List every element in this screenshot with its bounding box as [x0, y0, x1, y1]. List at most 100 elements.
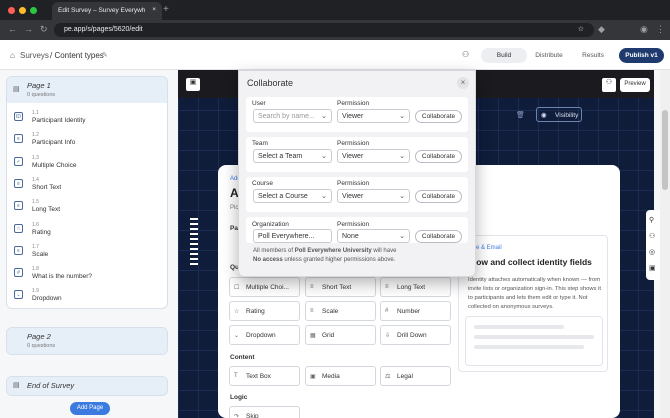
question-number: 1.2	[32, 132, 39, 139]
maximize-window-icon[interactable]	[30, 7, 37, 14]
chevron-down-icon: ⌄	[399, 113, 405, 120]
image-icon[interactable]: ▣	[649, 264, 656, 272]
add-page-button[interactable]: Add Page	[70, 402, 110, 415]
option-label: Dropdown	[246, 332, 276, 339]
team-select[interactable]: Select a Team ⌄	[253, 149, 332, 163]
question-number: 1.6	[32, 221, 39, 228]
question-type-button[interactable]: # Number	[380, 301, 451, 321]
end-of-survey-card[interactable]: End of Survey ▤	[6, 376, 168, 396]
compass-icon[interactable]: ◎	[649, 248, 655, 256]
question-type-button[interactable]: ☐ Multiple Choi...	[229, 277, 300, 297]
close-tab-icon[interactable]: ×	[152, 6, 156, 13]
option-label: Drill Down	[397, 332, 427, 339]
team-permission-select[interactable]: Viewer ⌄	[337, 149, 410, 163]
bookmark-star-icon[interactable]: ☆	[578, 25, 584, 33]
organization-permission-label: Permission	[337, 221, 370, 228]
organization-collaborate-button[interactable]: Collaborate	[415, 230, 462, 243]
question-label: Multiple Choice	[32, 161, 77, 169]
course-select[interactable]: Select a Course ⌄	[253, 189, 332, 203]
user-collaborate-button[interactable]: Collaborate	[415, 110, 462, 123]
page-2-card[interactable]: Page 2 0 questions	[6, 327, 168, 355]
content-heading: Content	[230, 354, 255, 361]
sidebar-question-item[interactable]: ≡ 1.4 Short Text	[12, 175, 162, 197]
page-scrollbar[interactable]	[660, 70, 670, 418]
question-type-button[interactable]: ☆ Rating	[229, 301, 300, 321]
sidebar-question-item[interactable]: ≡ 1.5 Long Text	[12, 197, 162, 219]
collaborate-icon[interactable]: ⚇	[462, 50, 469, 59]
content-type-button[interactable]: ▣ Media	[305, 366, 376, 386]
end-header[interactable]: End of Survey	[7, 377, 167, 395]
question-type-button[interactable]: ⇩ Drill Down	[380, 325, 451, 345]
page-2-header[interactable]: Page 2 0 questions	[7, 328, 167, 354]
minimize-window-icon[interactable]	[19, 7, 26, 14]
course-value: Select a Course	[258, 193, 308, 200]
option-icon: ▣	[310, 374, 316, 380]
question-type-button[interactable]: ▦ Grid	[305, 325, 376, 345]
content-type-button[interactable]: ⚖ Legal	[380, 366, 451, 386]
edit-pencil-icon[interactable]: ✎	[102, 51, 108, 59]
chevron-down-icon: ⌄	[321, 153, 327, 160]
trash-icon[interactable]: 🗑	[516, 111, 525, 119]
identity-description: Identity attaches automatically when kno…	[468, 277, 601, 310]
question-type-button[interactable]: ⌄ Dropdown	[229, 325, 300, 345]
note-no-access: No access	[253, 257, 283, 263]
identity-heading: now and collect identity fields	[471, 257, 592, 267]
extensions-icon[interactable]: ◆	[598, 24, 605, 35]
organization-value: Poll Everywhere...	[258, 233, 315, 240]
tab-distribute[interactable]: Distribute	[528, 48, 570, 63]
sidebar-question-item[interactable]: ≡ 1.2 Participant Info	[12, 130, 162, 152]
sidebar-question-item[interactable]: ☆ 1.6 Rating	[12, 220, 162, 242]
home-icon[interactable]: ⌂	[10, 51, 15, 60]
sidebar-question-item[interactable]: ✓ 1.3 Multiple Choice	[12, 153, 162, 175]
close-icon[interactable]: ×	[457, 77, 469, 89]
menu-icon[interactable]: ⋮	[656, 24, 665, 35]
profile-icon[interactable]: ◉	[640, 24, 648, 35]
option-label: Scale	[322, 308, 339, 315]
new-tab-icon[interactable]: +	[163, 4, 169, 15]
course-permission-select[interactable]: Viewer ⌄	[337, 189, 410, 203]
breadcrumb-current[interactable]: / Content types	[50, 51, 104, 60]
address-bar[interactable]: pe.app/s/pages/5620/edit ☆	[54, 23, 594, 37]
course-collaborate-button[interactable]: Collaborate	[415, 190, 462, 203]
identity-preview	[465, 316, 603, 366]
browser-tab[interactable]: Edit Survey – Survey Everywh ×	[52, 2, 162, 20]
tab-results[interactable]: Results	[572, 48, 614, 63]
organization-select[interactable]: Poll Everywhere...	[253, 229, 332, 243]
question-type-button[interactable]: ≡ Scale	[305, 301, 376, 321]
page-icon: ▤	[13, 86, 20, 93]
organization-permission-select[interactable]: None ⌄	[337, 229, 410, 243]
sidebar-question-item[interactable]: ≡ 1.7 Scale	[12, 242, 162, 264]
sitemap-icon[interactable]: ⚇	[602, 78, 616, 92]
user-search-input[interactable]: Search by name... ⌄	[253, 109, 332, 123]
team-collaborate-button[interactable]: Collaborate	[415, 150, 462, 163]
visibility-button[interactable]: ◉ Visibility	[536, 107, 582, 122]
logic-type-button[interactable]: ↷ Skip	[229, 406, 300, 418]
page-1-header[interactable]: Page 1 0 questions	[7, 77, 167, 103]
preview-button[interactable]: Preview	[620, 78, 650, 92]
question-type-button[interactable]: ≡ Long Text	[380, 277, 451, 297]
back-icon[interactable]: ←	[8, 24, 17, 34]
sidebar-question-item[interactable]: ID 1.1 Participant Identity	[12, 108, 162, 130]
breadcrumb-surveys[interactable]: Surveys	[20, 51, 49, 60]
forward-icon[interactable]: →	[24, 24, 33, 34]
page-title: Page 1	[27, 81, 51, 90]
option-icon: ⇩	[385, 333, 391, 339]
publish-button[interactable]: Publish v1	[619, 48, 664, 63]
sidebar-question-item[interactable]: ⌄ 1.9 Dropdown	[12, 286, 162, 308]
panel-toggle-icon[interactable]: ▣	[186, 78, 200, 91]
course-permission-label: Permission	[337, 180, 370, 187]
add-question-icon[interactable]: ⚲	[649, 216, 654, 224]
user-permission-select[interactable]: Viewer ⌄	[337, 109, 410, 123]
tab-build[interactable]: Build	[481, 48, 527, 63]
right-tool-rail: ⚲ ⚇ ◎ ▣	[646, 210, 660, 280]
question-type-button[interactable]: ≡ Short Text	[305, 277, 376, 297]
people-icon[interactable]: ⚇	[649, 232, 655, 240]
option-icon: ⚖	[385, 374, 391, 380]
participant-partial: Pa	[230, 225, 238, 232]
drag-handle-icon[interactable]	[190, 218, 198, 268]
content-type-button[interactable]: T Text Box	[229, 366, 300, 386]
sidebar-question-item[interactable]: #1.8 What is the number?	[12, 264, 162, 286]
close-window-icon[interactable]	[8, 7, 15, 14]
question-number: 1.5	[32, 199, 39, 206]
reload-icon[interactable]: ↻	[40, 24, 48, 35]
